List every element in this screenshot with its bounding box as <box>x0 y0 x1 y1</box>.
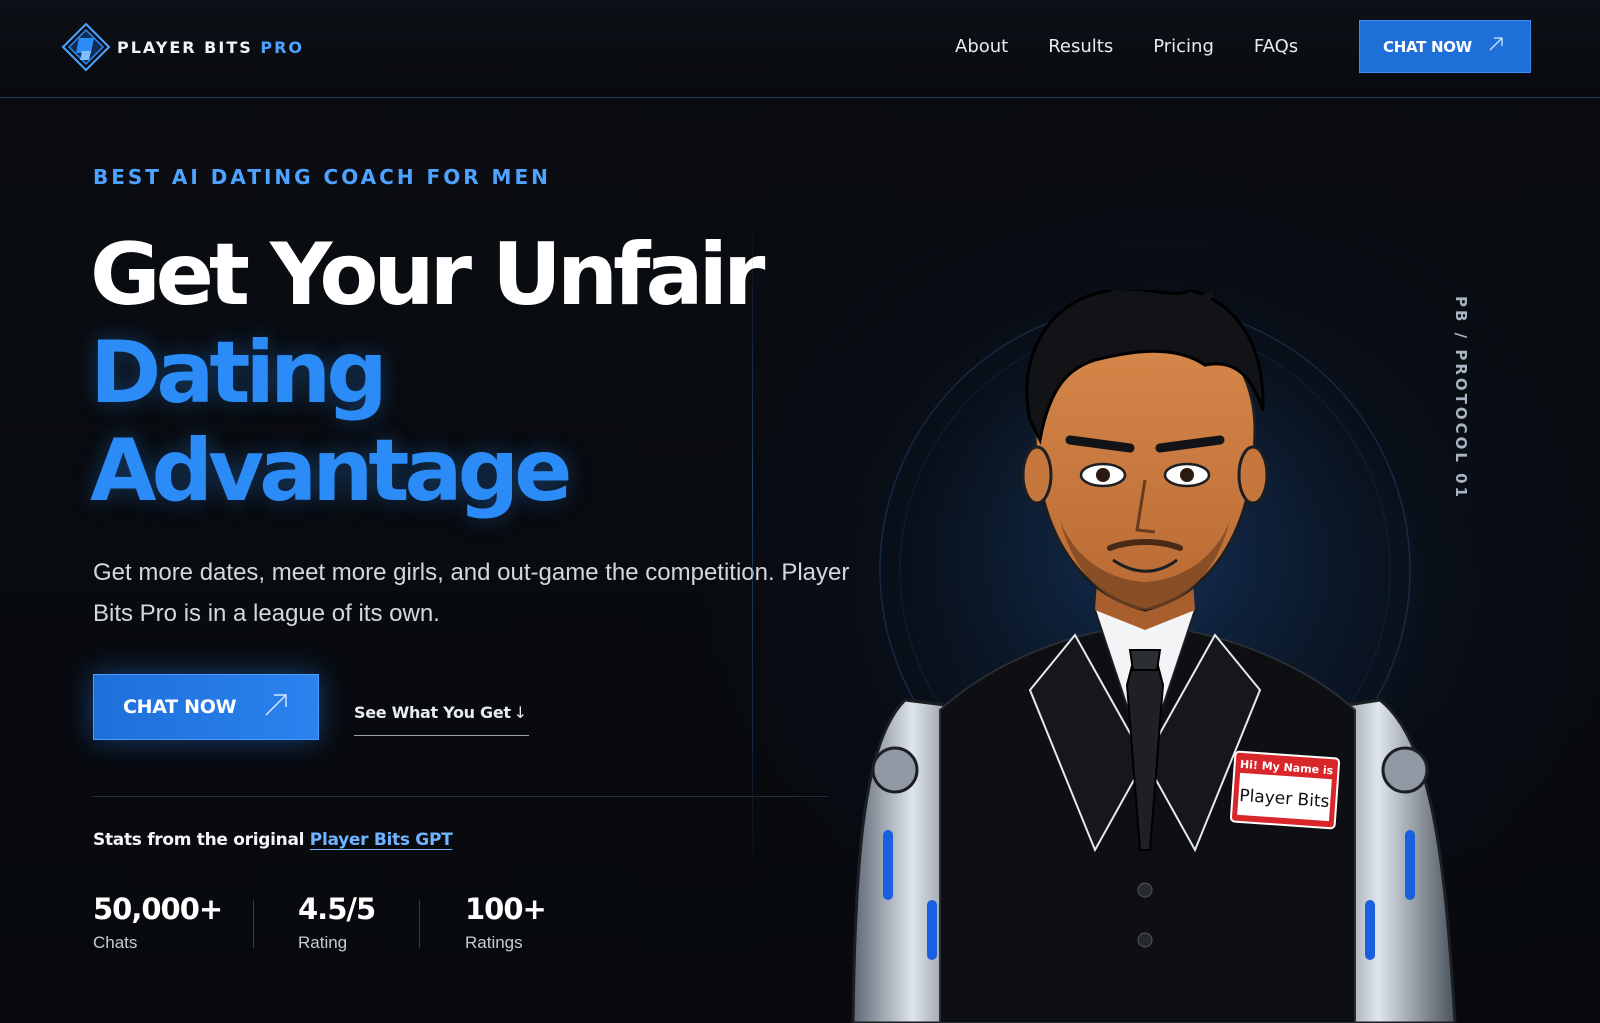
arrow-up-right-icon <box>1488 36 1504 57</box>
stat-value: 50,000+ <box>93 892 223 926</box>
hero-subtext: Get more dates, meet more girls, and out… <box>93 559 850 627</box>
hero-headline: Get Your Unfair Dating Advantage <box>90 226 810 520</box>
arrow-down-icon: ↓ <box>513 703 527 722</box>
stat-value: 100+ <box>465 892 547 926</box>
stats-row: 50,000+ Chats 4.5/5 Rating 100+ Ratings <box>93 891 585 953</box>
brand-logo-icon <box>61 22 111 72</box>
nav-link-faqs[interactable]: FAQs <box>1254 36 1298 57</box>
divider <box>93 796 828 797</box>
hero-chat-now-button[interactable]: CHAT NOW <box>93 674 319 740</box>
stat-ratings: 100+ Ratings <box>465 891 585 953</box>
nav-link-pricing[interactable]: Pricing <box>1153 36 1214 57</box>
brand-main-text: PLAYER BITS <box>117 37 253 57</box>
stats-note: Stats from the original Player Bits GPT <box>93 830 453 850</box>
nav-link-results[interactable]: Results <box>1048 36 1113 57</box>
hero-chat-now-label: CHAT NOW <box>123 696 237 718</box>
stat-separator <box>419 900 420 948</box>
stat-chats: 50,000+ Chats <box>93 891 253 953</box>
nav-chat-now-button[interactable]: CHAT NOW <box>1359 20 1531 73</box>
hero-eyebrow: BEST AI DATING COACH FOR MEN <box>93 165 551 189</box>
page: PLAYER BITS PRO About Results Pricing FA… <box>0 0 1600 1023</box>
nav-link-about[interactable]: About <box>955 36 1008 57</box>
headline-line-1: Get Your Unfair <box>90 225 765 325</box>
brand-pro-text: PRO <box>260 37 304 57</box>
headline-line-2: Dating <box>90 323 388 423</box>
nav-chat-now-label: CHAT NOW <box>1383 37 1472 56</box>
mascot-illustration: Hi! My Name is Player Bits <box>845 282 1505 1023</box>
brand-name: PLAYER BITS PRO <box>117 38 304 57</box>
stat-value: 4.5/5 <box>298 892 376 926</box>
stat-label: Ratings <box>465 933 523 952</box>
headline-line-3: Advantage <box>90 421 572 521</box>
see-what-you-get-label: See What You Get <box>354 703 511 722</box>
stat-label: Rating <box>298 933 348 952</box>
arrow-up-right-icon <box>264 693 288 722</box>
stat-separator <box>253 900 254 948</box>
top-nav: PLAYER BITS PRO About Results Pricing FA… <box>0 0 1600 98</box>
stats-note-prefix: Stats from the original <box>93 830 305 850</box>
nav-links: About Results Pricing FAQs <box>955 36 1338 57</box>
stat-label: Chats <box>93 933 138 952</box>
stat-rating: 4.5/5 Rating <box>298 891 419 953</box>
decorative-vertical-line <box>752 200 753 880</box>
player-bits-gpt-link[interactable]: Player Bits GPT <box>310 830 453 850</box>
brand[interactable]: PLAYER BITS PRO <box>61 22 304 72</box>
see-what-you-get-link[interactable]: See What You Get ↓ <box>354 690 529 736</box>
